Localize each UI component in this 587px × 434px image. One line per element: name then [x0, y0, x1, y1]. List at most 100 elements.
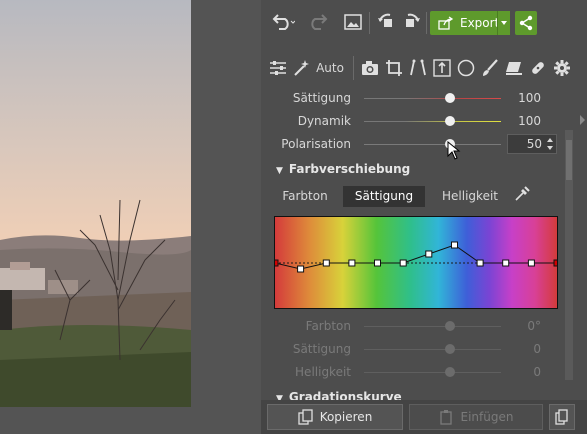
- stepper-arrows-icon[interactable]: [546, 136, 554, 152]
- hue-sub-value: 0°: [527, 319, 541, 333]
- polarization-label: Polarisation: [281, 137, 351, 151]
- paste-button[interactable]: Einfügen: [409, 404, 543, 430]
- export-dropdown-button[interactable]: [497, 11, 510, 35]
- bandage-icon: [532, 62, 544, 74]
- perspective-icon: [410, 59, 426, 76]
- brush-icon: [483, 59, 498, 76]
- landscape-photo: [0, 0, 191, 407]
- share-button[interactable]: [515, 11, 537, 35]
- curve-control-point[interactable]: [348, 259, 356, 267]
- color-shift-section-header[interactable]: ▼ Farbverschiebung: [276, 162, 410, 176]
- tone-curve-section-header[interactable]: ▼ Gradationskurve: [276, 390, 402, 400]
- auto-label: Auto: [316, 61, 344, 75]
- rotate-left-icon: [378, 13, 392, 27]
- saturation-label: Sättigung: [292, 91, 351, 105]
- saturation-slider-track[interactable]: [364, 98, 501, 99]
- eyedropper-button[interactable]: [511, 186, 533, 207]
- duplicate-icon: [555, 409, 568, 425]
- curve-control-point[interactable]: [322, 259, 330, 267]
- rotate-right-icon: [406, 13, 420, 27]
- camera-tool[interactable]: [359, 56, 381, 80]
- camera-icon: [362, 61, 378, 75]
- sliders-icon: [270, 61, 286, 75]
- toolbar-divider: [369, 12, 370, 34]
- brightness-sub-row: Helligkeit 0: [261, 361, 561, 383]
- color-spectrum-curve[interactable]: [274, 216, 558, 309]
- brightness-sub-slider-track: [364, 372, 501, 373]
- healing-tool[interactable]: [527, 56, 549, 80]
- saturation-sub-slider-track: [364, 349, 501, 350]
- hue-sub-slider-knob: [445, 321, 455, 331]
- vibrance-slider-track[interactable]: [364, 121, 501, 122]
- copy-icon: [298, 409, 313, 425]
- redo-button[interactable]: [305, 10, 333, 34]
- saturation-sub-label: Sättigung: [292, 342, 351, 356]
- text-tool[interactable]: [431, 56, 453, 80]
- vibrance-row: Dynamik 100: [261, 110, 561, 132]
- paste-icon: [439, 410, 452, 425]
- curve-control-point[interactable]: [275, 259, 279, 267]
- polarization-slider-track[interactable]: [364, 144, 501, 145]
- radial-filter-tool[interactable]: [455, 56, 477, 80]
- settings-tool[interactable]: [551, 56, 573, 80]
- adjustments-tool[interactable]: [267, 56, 289, 80]
- auto-enhance-tool[interactable]: [291, 56, 313, 80]
- curve-control-point[interactable]: [399, 259, 407, 267]
- main-toolbar: Export: [261, 0, 587, 44]
- rotate-left-button[interactable]: [375, 10, 399, 34]
- eyedropper-icon: [515, 186, 530, 201]
- export-icon: [438, 16, 454, 30]
- bottom-bar: Kopieren Einfügen: [261, 400, 587, 434]
- auto-button[interactable]: Auto: [315, 56, 345, 80]
- curve-control-point[interactable]: [476, 259, 484, 267]
- perspective-tool[interactable]: [407, 56, 429, 80]
- brightness-sub-value: 0: [533, 365, 541, 379]
- gear-icon: [554, 60, 570, 76]
- curve-control-point[interactable]: [527, 259, 535, 267]
- brightness-sub-slider-knob: [445, 367, 455, 377]
- share-icon: [519, 15, 533, 31]
- panel-collapse-arrow[interactable]: [579, 112, 587, 131]
- curve-control-point[interactable]: [374, 259, 381, 267]
- copy-button[interactable]: Kopieren: [267, 404, 403, 430]
- gradient-tool[interactable]: [503, 56, 525, 80]
- chevron-right-icon: [580, 115, 585, 125]
- hue-sub-slider-track: [364, 326, 501, 327]
- tools-row: Auto: [261, 56, 587, 80]
- copy-settings-button[interactable]: [549, 404, 575, 430]
- brightness-sub-label: Helligkeit: [295, 365, 351, 379]
- curve-control-point[interactable]: [451, 241, 458, 249]
- tab-brightness[interactable]: Helligkeit: [439, 186, 501, 207]
- eraser-icon: [506, 62, 522, 75]
- tab-hue[interactable]: Farbton: [279, 186, 331, 207]
- curve-control-point[interactable]: [553, 259, 557, 267]
- mouse-cursor-icon: [447, 141, 461, 160]
- polarization-value-field[interactable]: 50: [507, 134, 557, 154]
- undo-icon: [272, 14, 295, 30]
- undo-button[interactable]: [269, 10, 297, 34]
- export-button[interactable]: Export: [430, 11, 507, 35]
- next-section-title: Gradationskurve: [288, 390, 402, 400]
- curve-control-point[interactable]: [425, 250, 433, 258]
- tab-saturation[interactable]: Sättigung: [343, 186, 425, 207]
- saturation-sub-slider-knob: [445, 344, 455, 354]
- curve-control-point[interactable]: [502, 259, 510, 267]
- tools-divider: [353, 56, 354, 80]
- saturation-slider-knob[interactable]: [445, 93, 455, 103]
- text-icon: [433, 59, 451, 77]
- curve-line: [275, 244, 557, 270]
- brush-tool[interactable]: [479, 56, 501, 80]
- toolbar-divider: [426, 12, 427, 34]
- photo-preview[interactable]: [0, 0, 191, 407]
- rotate-right-button[interactable]: [399, 10, 423, 34]
- image-icon: [344, 14, 362, 30]
- curve-control-point[interactable]: [297, 265, 305, 273]
- image-button[interactable]: [343, 10, 363, 34]
- saturation-value: 100: [518, 91, 541, 105]
- vibrance-label: Dynamik: [297, 114, 351, 128]
- vibrance-slider-knob[interactable]: [445, 116, 455, 126]
- crop-tool[interactable]: [383, 56, 405, 80]
- circle-icon: [457, 59, 475, 77]
- edit-panel: Export Auto Sättigung 100 Dynamik 100 Po…: [261, 0, 587, 434]
- panel-scroll-thumb[interactable]: [566, 140, 572, 180]
